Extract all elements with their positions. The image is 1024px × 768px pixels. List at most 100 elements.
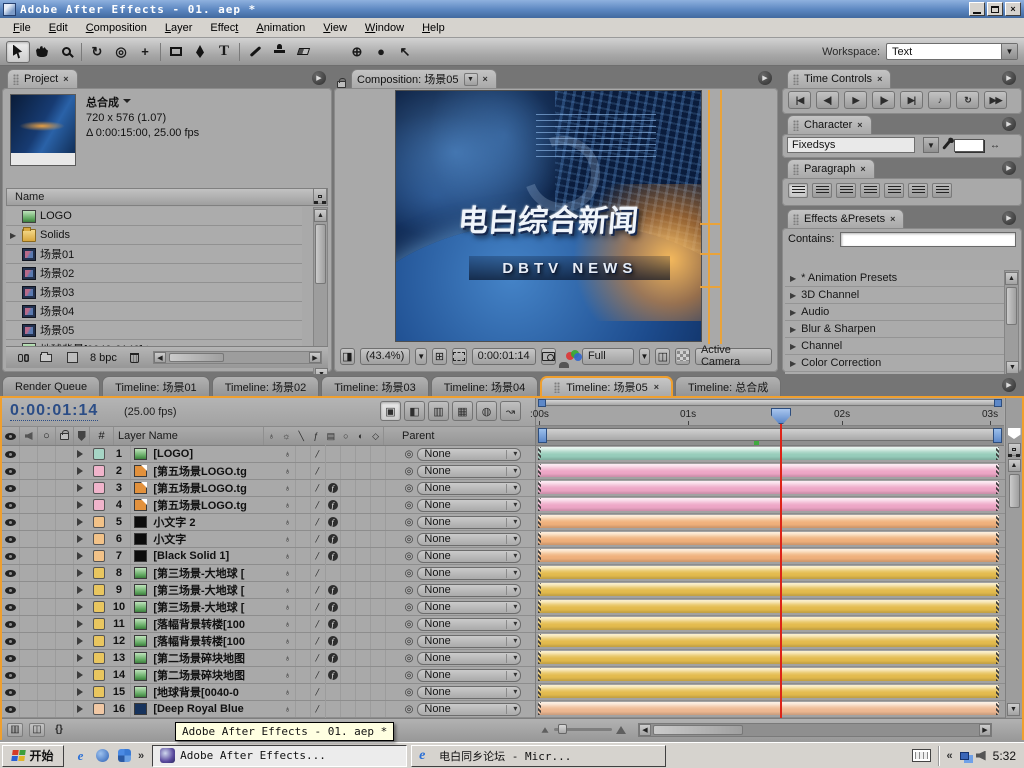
transport-button[interactable]: ◀| bbox=[816, 91, 839, 109]
label-color-swatch[interactable] bbox=[90, 667, 108, 683]
tool-button[interactable]: ↻ bbox=[85, 41, 109, 63]
adjustment-switch[interactable] bbox=[371, 446, 386, 462]
pickwhip-icon[interactable]: ◎ bbox=[405, 687, 414, 698]
expand-arrow-icon[interactable] bbox=[74, 497, 90, 513]
shy-switch[interactable]: ♁ bbox=[281, 633, 296, 649]
quality-switch[interactable]: ∕ bbox=[311, 699, 326, 718]
layer-duration-bar[interactable] bbox=[538, 651, 999, 664]
lock-switch[interactable] bbox=[56, 531, 74, 547]
effects-switch[interactable]: f bbox=[326, 616, 341, 632]
lock-switch[interactable] bbox=[56, 599, 74, 615]
comp-marker-bin-icon[interactable] bbox=[1008, 428, 1021, 439]
frame-blend-switch[interactable] bbox=[341, 582, 356, 598]
layer-row[interactable]: 15 [地球背景[0040-0 ♁ ∕ f ◎ None bbox=[2, 684, 535, 701]
workspace-select[interactable]: Text ▼ bbox=[886, 43, 1018, 60]
tool-button[interactable] bbox=[291, 41, 315, 63]
frame-blend-switch[interactable] bbox=[341, 616, 356, 632]
threed-switch[interactable] bbox=[386, 514, 401, 530]
pickwhip-icon[interactable]: ◎ bbox=[405, 568, 414, 579]
collapse-switch[interactable] bbox=[296, 446, 311, 462]
scroll-right-icon[interactable]: ▶ bbox=[309, 352, 321, 363]
adjustment-switch[interactable] bbox=[371, 599, 386, 615]
comp-marker[interactable] bbox=[754, 441, 759, 445]
layer-row[interactable]: 7 [Black Solid 1] ♁ ∕ f ◎ None bbox=[2, 548, 535, 565]
threed-switch[interactable] bbox=[386, 599, 401, 615]
layer-row[interactable]: 13 [第二场景碎块地图 ♁ ∕ f ◎ None bbox=[2, 650, 535, 667]
lock-switch[interactable] bbox=[56, 446, 74, 462]
expand-arrow-icon[interactable] bbox=[74, 650, 90, 666]
alignment-button[interactable] bbox=[812, 183, 832, 198]
layer-duration-bar[interactable] bbox=[538, 464, 999, 477]
solo-switch[interactable] bbox=[38, 701, 56, 717]
scroll-up-icon[interactable]: ▲ bbox=[1008, 459, 1021, 472]
shy-switch[interactable]: ♁ bbox=[281, 684, 296, 700]
tool-button[interactable] bbox=[267, 41, 291, 63]
threed-switch[interactable] bbox=[386, 633, 401, 649]
threed-switch[interactable] bbox=[386, 667, 401, 683]
frame-blend-switch[interactable] bbox=[341, 497, 356, 513]
expand-arrow-icon[interactable] bbox=[74, 565, 90, 581]
expand-arrow-icon[interactable] bbox=[74, 667, 90, 683]
layer-name[interactable]: [落幅背景转楼[100 bbox=[149, 633, 280, 649]
restore-button[interactable] bbox=[987, 2, 1003, 16]
label-color-swatch[interactable] bbox=[90, 463, 108, 479]
chevron-down-icon[interactable]: ▼ bbox=[923, 137, 939, 153]
label-color-swatch[interactable] bbox=[90, 497, 108, 513]
expand-arrow-icon[interactable] bbox=[74, 531, 90, 547]
shy-switch[interactable]: ♁ bbox=[281, 650, 296, 666]
safe-frames-button[interactable]: ⊞ bbox=[432, 348, 447, 365]
toggle-switches-pane-button[interactable]: ▥ bbox=[7, 723, 23, 737]
alignment-button[interactable] bbox=[788, 183, 808, 198]
timeline-tab[interactable]: Timeline: 场景01 × bbox=[102, 376, 210, 396]
layer-row[interactable]: 4 [第五场景LOGO.tg ♁ ∕ f ◎ None bbox=[2, 497, 535, 514]
panel-menu-button[interactable]: ▶ bbox=[1002, 117, 1016, 131]
audio-switch[interactable] bbox=[20, 616, 38, 632]
label-color-swatch[interactable] bbox=[90, 446, 108, 462]
effects-category-row[interactable]: ▶ Color Correction bbox=[785, 355, 1007, 372]
current-time-button[interactable]: 0:00:01:14 bbox=[472, 348, 536, 365]
adjustment-switch[interactable] bbox=[371, 701, 386, 717]
threed-switch[interactable] bbox=[386, 531, 401, 547]
layer-duration-bar[interactable] bbox=[538, 447, 999, 460]
parent-select[interactable]: None bbox=[417, 635, 521, 648]
layer-row[interactable]: 10 [第三场景-大地球 [ ♁ ∕ f ◎ None bbox=[2, 599, 535, 616]
menu-item[interactable]: Window bbox=[356, 18, 413, 38]
audio-switch[interactable] bbox=[20, 463, 38, 479]
solo-switch[interactable] bbox=[38, 446, 56, 462]
parent-column-header[interactable]: Parent bbox=[384, 427, 519, 445]
label-color-swatch[interactable] bbox=[90, 633, 108, 649]
timeline-tab[interactable]: Timeline: 场景05 × bbox=[540, 376, 673, 396]
shy-switch[interactable]: ♁ bbox=[281, 701, 296, 717]
lock-column-header[interactable] bbox=[56, 427, 74, 445]
parent-select[interactable]: None bbox=[417, 550, 521, 563]
zoom-slider-track[interactable] bbox=[554, 728, 612, 731]
audio-switch[interactable] bbox=[20, 667, 38, 683]
collapse-switch[interactable] bbox=[296, 531, 311, 547]
label-color-swatch[interactable] bbox=[90, 480, 108, 496]
motion-blur-switch[interactable] bbox=[356, 480, 371, 496]
layer-row[interactable]: 9 [第三场景-大地球 [ ♁ ∕ f ◎ None bbox=[2, 582, 535, 599]
collapse-switch[interactable] bbox=[296, 599, 311, 615]
collapse-switch[interactable] bbox=[296, 633, 311, 649]
timeline-tab[interactable]: Render Queue × bbox=[2, 376, 100, 396]
solo-switch[interactable] bbox=[38, 599, 56, 615]
motion-blur-switch[interactable] bbox=[356, 667, 371, 683]
parent-select[interactable]: None bbox=[417, 482, 521, 495]
parent-select[interactable]: None bbox=[417, 533, 521, 546]
zoom-slider-thumb[interactable] bbox=[558, 724, 567, 734]
motion-blur-switch[interactable] bbox=[356, 463, 371, 479]
expand-arrow-icon[interactable]: ▶ bbox=[790, 325, 796, 334]
collapse-switch[interactable] bbox=[296, 565, 311, 581]
lock-switch[interactable] bbox=[56, 582, 74, 598]
threed-switch[interactable] bbox=[386, 684, 401, 700]
delete-button[interactable] bbox=[127, 351, 143, 365]
effects-presets-tab[interactable]: Effects &Presets × bbox=[787, 209, 904, 228]
tool-button[interactable] bbox=[315, 41, 345, 63]
adjustment-switch[interactable] bbox=[371, 616, 386, 632]
audio-switch[interactable] bbox=[20, 650, 38, 666]
lock-icon[interactable] bbox=[337, 81, 346, 88]
layer-duration-bar[interactable] bbox=[538, 498, 999, 511]
panel-menu-button[interactable]: ▶ bbox=[312, 71, 326, 85]
close-icon[interactable]: × bbox=[654, 382, 659, 392]
threed-switch[interactable] bbox=[386, 650, 401, 666]
